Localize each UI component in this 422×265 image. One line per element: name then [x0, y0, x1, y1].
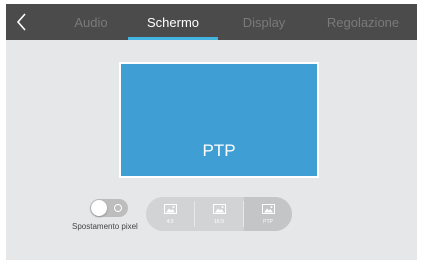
- chevron-left-icon: [16, 13, 26, 31]
- settings-screen: Audio Schermo Display Regolazione PTP Sp…: [6, 4, 417, 260]
- aspect-option-label: 16:9: [214, 219, 224, 225]
- aspect-option-label: 4:3: [166, 219, 174, 225]
- image-icon: [262, 204, 275, 214]
- aspect-option-ptp[interactable]: PTP: [244, 197, 292, 231]
- aspect-option-4-3[interactable]: 4:3: [146, 197, 194, 231]
- pixel-shift-label: Spostamento pixel: [72, 222, 138, 231]
- tab-display[interactable]: Display: [218, 4, 310, 40]
- toggle-knob: [91, 200, 107, 216]
- pixel-shift-toggle[interactable]: [90, 199, 128, 217]
- top-nav-bar: Audio Schermo Display Regolazione: [6, 4, 417, 40]
- image-icon: [213, 204, 226, 214]
- aspect-mode-selector: 4:3 16:9 PTP: [146, 197, 292, 231]
- tab-regolazione[interactable]: Regolazione: [310, 4, 416, 40]
- tab-audio[interactable]: Audio: [54, 4, 128, 40]
- toggle-off-indicator: [114, 204, 122, 212]
- preview-mode-label: PTP: [202, 141, 236, 160]
- active-tab-indicator: [128, 37, 218, 40]
- back-button[interactable]: [12, 10, 34, 34]
- screen-preview: PTP: [119, 62, 319, 178]
- image-icon: [164, 204, 177, 214]
- aspect-option-16-9[interactable]: 16:9: [195, 197, 243, 231]
- tab-schermo[interactable]: Schermo: [128, 4, 218, 40]
- aspect-option-label: PTP: [263, 219, 273, 225]
